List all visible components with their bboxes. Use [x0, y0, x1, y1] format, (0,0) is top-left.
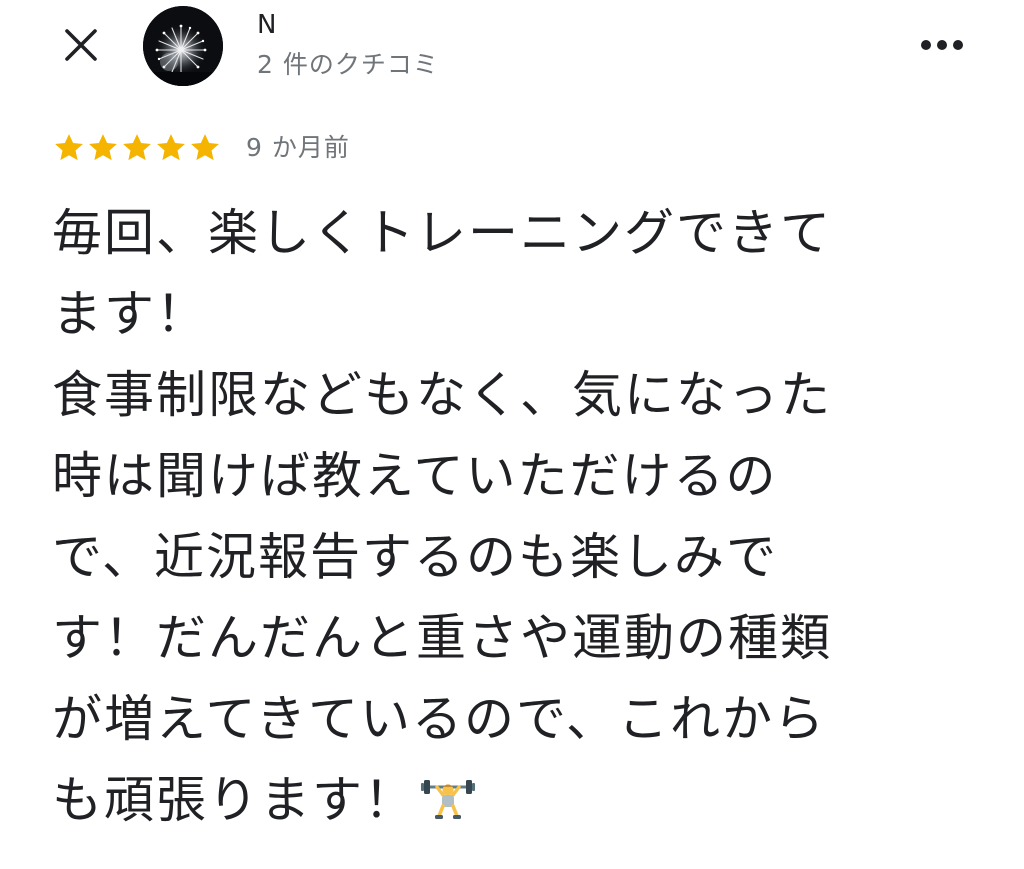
review-count: 2 件のクチコミ [257, 50, 439, 79]
review-line: ます！ [52, 285, 208, 343]
more-options-button[interactable] [912, 26, 972, 64]
review-line: も頑張ります！ [52, 771, 416, 829]
review-text: 毎回、楽しくトレーニングできて ます！ 食事制限などもなく、気になった 時は聞け… [52, 193, 992, 841]
review-line-last: も頑張ります！ [52, 760, 992, 841]
review-line: 食事制限などもなく、気になった [52, 366, 832, 424]
star-icon [157, 134, 185, 161]
rating-row: 9 か月前 [52, 128, 350, 168]
review-line: す！だんだんと重さや運動の種類 [52, 609, 832, 667]
review-line: 時は聞けば教えていただけるの [52, 447, 778, 505]
star-icon [55, 134, 83, 161]
review-header: N 2 件のクチコミ [0, 0, 1024, 100]
close-icon [65, 29, 97, 61]
avatar[interactable] [143, 6, 223, 86]
star-rating [52, 131, 222, 165]
star-icon [191, 134, 219, 161]
review-line: が増えてきているので、これから [52, 690, 826, 748]
weightlifter-emoji [421, 779, 475, 819]
more-horizontal-icon [921, 40, 963, 50]
star-icon [123, 134, 151, 161]
close-button[interactable] [58, 22, 104, 68]
review-line: 毎回、楽しくトレーニングできて [52, 204, 832, 262]
avatar-fireworks-image [143, 6, 223, 86]
review-date: 9 か月前 [246, 133, 350, 162]
author-name[interactable]: N [257, 8, 276, 42]
star-icon [89, 134, 117, 161]
review-line: で、近況報告するのも楽しみで [52, 528, 778, 586]
